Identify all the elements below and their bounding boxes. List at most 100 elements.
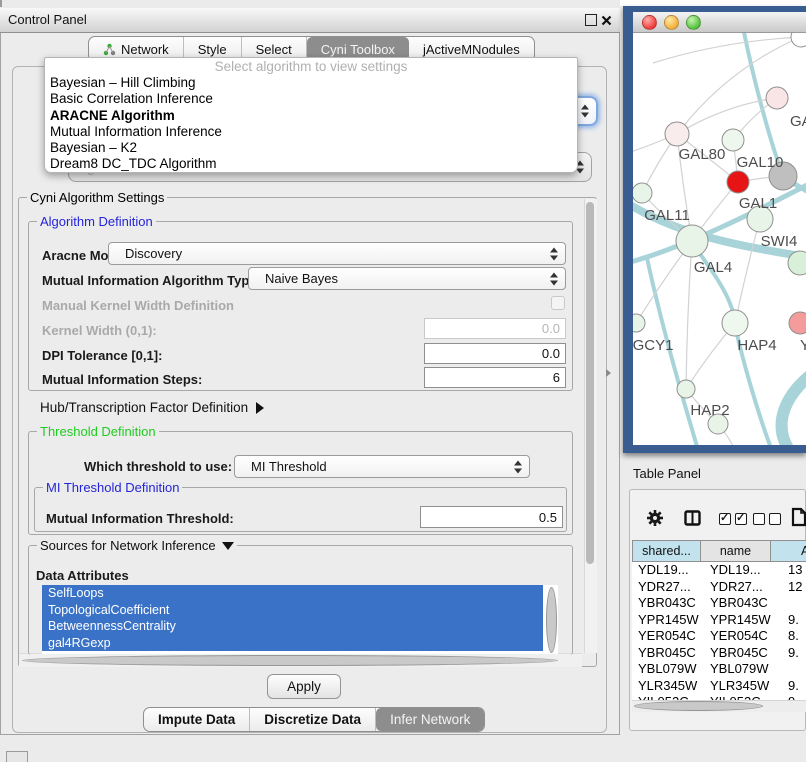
algorithm-definition-title: Algorithm Definition	[37, 214, 156, 229]
attribute-item-selected[interactable]: BetweennessCentrality	[42, 618, 543, 635]
column-header-shared[interactable]: shared...	[632, 540, 701, 562]
aracne-mode-combo[interactable]: Discovery	[108, 242, 566, 265]
table-row[interactable]: YER054CYER054C8.	[632, 628, 806, 645]
mi-threshold-group-title: MI Threshold Definition	[43, 480, 182, 495]
close-icon[interactable]	[601, 13, 612, 31]
control-panel-titlebar[interactable]	[0, 8, 620, 33]
table-hscrollbar-thumb[interactable]	[634, 701, 763, 711]
columns-icon[interactable]	[684, 510, 701, 531]
table-row[interactable]: YDL19...YDL19...13	[632, 562, 806, 579]
gear-icon[interactable]	[646, 509, 664, 532]
unchecked-box-icon	[753, 513, 765, 525]
mi-type-combo[interactable]: Naive Bayes	[248, 267, 566, 290]
mi-steps-field[interactable]: 6	[424, 367, 566, 388]
network-tab-icon	[103, 43, 116, 56]
table-row[interactable]: YBR043CYBR043C	[632, 595, 806, 612]
table-row[interactable]: YBR045CYBR045C9.	[632, 645, 806, 662]
data-attributes-list[interactable]: SelfLoops TopologicalCoefficient Between…	[42, 585, 558, 654]
node-label: GAL11	[644, 207, 690, 224]
attribute-item-selected[interactable]: TopologicalCoefficient	[42, 602, 543, 619]
algorithm-dropdown-list: Select algorithm to view settings Bayesi…	[44, 57, 578, 173]
mi-threshold-field[interactable]: 0.5	[420, 506, 563, 528]
table-row[interactable]: YPR145WYPR145W9.	[632, 612, 806, 629]
attribute-item-selected[interactable]: gal4RGexp	[42, 635, 543, 652]
minimize-traffic-icon[interactable]	[664, 15, 679, 30]
tab-discretize-data[interactable]: Discretize Data	[250, 708, 376, 731]
cell: YPR145W	[638, 612, 699, 629]
cell: YBR045C	[710, 645, 768, 662]
edge	[686, 241, 692, 389]
tab-label: Cyni Toolbox	[321, 42, 395, 57]
dpi-tolerance-field[interactable]: 0.0	[424, 343, 566, 364]
tab-impute-data[interactable]: Impute Data	[144, 708, 250, 731]
network-canvas[interactable]: GAL GAL80 GAL10 GAL1 GAL11 SWI4 GAL4 GCY…	[633, 33, 806, 445]
apply-button[interactable]: Apply	[267, 674, 341, 699]
cell: YBL079W	[638, 661, 697, 678]
network-node[interactable]	[633, 314, 645, 332]
dropdown-item[interactable]: Dream8 DC_TDC Algorithm	[45, 156, 577, 172]
float-window-icon[interactable]	[585, 14, 597, 26]
which-threshold-combo[interactable]: MI Threshold	[234, 455, 530, 478]
tab-label: Select	[256, 42, 292, 57]
network-node[interactable]	[677, 380, 695, 398]
table-row[interactable]: YLR345WYLR345W9.	[632, 678, 806, 695]
network-node[interactable]	[676, 225, 708, 257]
splitter-arrow-icon[interactable]	[606, 369, 611, 377]
sources-group-title-wrap[interactable]: Sources for Network Inference	[37, 538, 237, 553]
table-panel-title: Table Panel	[633, 466, 701, 481]
edge	[735, 219, 760, 323]
cell: YPR145W	[710, 612, 771, 629]
hub-definition-label: Hub/Transcription Factor Definition	[40, 400, 248, 415]
bottom-left-button[interactable]	[6, 751, 28, 762]
table-body[interactable]: YDL19...YDL19...13 YDR27...YDR27...12 YB…	[632, 562, 806, 700]
dropdown-item[interactable]: Bayesian – K2	[45, 140, 577, 156]
cell: YDR27...	[638, 579, 691, 596]
cell: YBR043C	[638, 595, 696, 612]
network-node[interactable]	[789, 312, 806, 334]
data-attributes-label: Data Attributes	[36, 568, 129, 583]
dpi-tolerance-label: DPI Tolerance [0,1]:	[42, 348, 162, 363]
cell: YBL079W	[710, 661, 769, 678]
network-window-titlebar[interactable]	[633, 12, 806, 33]
tab-infer-network[interactable]: Infer Network	[376, 708, 484, 731]
settings-hscrollbar-thumb[interactable]	[22, 655, 558, 666]
mi-threshold-label: Mutual Information Threshold:	[46, 511, 234, 526]
attribute-item-selected[interactable]: SelfLoops	[42, 585, 543, 602]
node-label: GAL10	[737, 154, 784, 171]
corner-mark	[0, 0, 2, 7]
dropdown-item[interactable]: Mutual Information Inference	[45, 124, 577, 140]
dropdown-item[interactable]: Bayesian – Hill Climbing	[45, 75, 577, 91]
attributes-scrollbar-thumb[interactable]	[546, 587, 557, 653]
dropdown-item-selected[interactable]: ARACNE Algorithm	[45, 108, 577, 124]
network-node[interactable]	[791, 33, 806, 47]
manual-kernel-label: Manual Kernel Width Definition	[42, 298, 234, 313]
manual-kernel-checkbox[interactable]	[551, 296, 565, 310]
node-label: HAP2	[690, 402, 729, 419]
close-traffic-icon[interactable]	[642, 15, 657, 30]
column-header-name[interactable]: name	[700, 540, 771, 562]
collapse-down-icon	[222, 542, 234, 550]
select-all-icon[interactable]	[719, 513, 747, 525]
deselect-all-icon[interactable]	[753, 513, 781, 525]
node-label: GAL4	[694, 259, 732, 276]
node-label: Y	[800, 337, 806, 354]
network-node[interactable]	[633, 183, 652, 203]
table-row[interactable]: YDR27...YDR27...12	[632, 579, 806, 596]
bottom-tabbar: Impute Data Discretize Data Infer Networ…	[143, 707, 485, 732]
hub-definition-expander[interactable]: Hub/Transcription Factor Definition	[40, 400, 264, 415]
file-icon[interactable]	[791, 507, 806, 532]
settings-vscrollbar-thumb[interactable]	[586, 202, 594, 564]
column-header-a[interactable]: A	[770, 540, 806, 562]
network-node[interactable]	[766, 87, 788, 109]
network-node[interactable]	[722, 310, 748, 336]
network-node[interactable]	[665, 122, 689, 146]
zoom-traffic-icon[interactable]	[686, 15, 701, 30]
table-row[interactable]: YBL079W YBL079W	[632, 661, 806, 678]
network-node[interactable]	[727, 171, 749, 193]
tab-label: Infer Network	[390, 712, 470, 727]
edge	[782, 373, 806, 445]
cell: YER054C	[638, 628, 696, 645]
dropdown-item[interactable]: Basic Correlation Inference	[45, 91, 577, 107]
kernel-width-field[interactable]: 0.0	[424, 318, 566, 339]
settings-group-title: Cyni Algorithm Settings	[27, 190, 167, 205]
